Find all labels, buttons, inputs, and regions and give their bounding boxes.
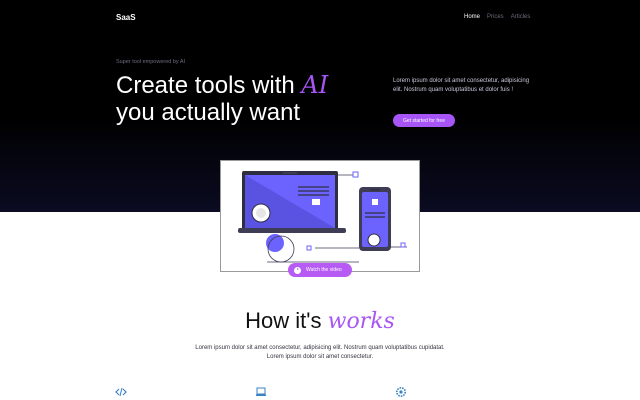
headline-ai: AI [301,71,329,99]
node-square [400,242,406,248]
get-started-button[interactable]: Get started for free [393,114,455,127]
hero-eyebrow: Super tool empowered by AI [116,59,186,65]
phone-chip [372,199,378,205]
purple-circle [266,234,284,252]
hero-description: Lorem ipsum dolor sit amet consectetur, … [393,78,530,93]
hero-headline: Create tools with AI you actually want [116,71,329,127]
nav-link-home[interactable]: Home [464,14,480,20]
how-it-works-title: How it's works [0,308,640,334]
watch-video-button[interactable]: Watch the video [288,263,352,277]
play-icon [294,266,301,274]
laptop-avatar-inner [256,208,266,218]
brand-logo[interactable]: SaaS [116,13,136,22]
headline-line2: you actually want [116,99,301,126]
how-it-works-description: Lorem ipsum dolor sit amet consectetur, … [195,345,445,360]
code-icon [115,387,127,397]
how-title-accent: works [327,309,395,334]
laptop-base [238,228,346,233]
laptop-icon [256,387,266,396]
how-title-plain: How it's [245,308,322,333]
connector-node [352,171,359,178]
top-nav: SaaS Home Prices Articles [0,0,640,40]
nav-links: Home Prices Articles [464,14,530,20]
phone-avatar [367,233,381,247]
watch-video-label: Watch the video [306,267,342,273]
illustration-card [220,160,420,272]
screen-chip [312,199,320,205]
nav-link-prices[interactable]: Prices [487,14,504,20]
node-square [306,245,312,251]
nav-link-articles[interactable]: Articles [511,14,531,20]
settings-icon [396,387,406,397]
devices-illustration [238,171,407,263]
laptop-camera [283,172,297,174]
headline-line1: Create tools with [116,72,295,99]
phone-speaker [370,189,380,191]
